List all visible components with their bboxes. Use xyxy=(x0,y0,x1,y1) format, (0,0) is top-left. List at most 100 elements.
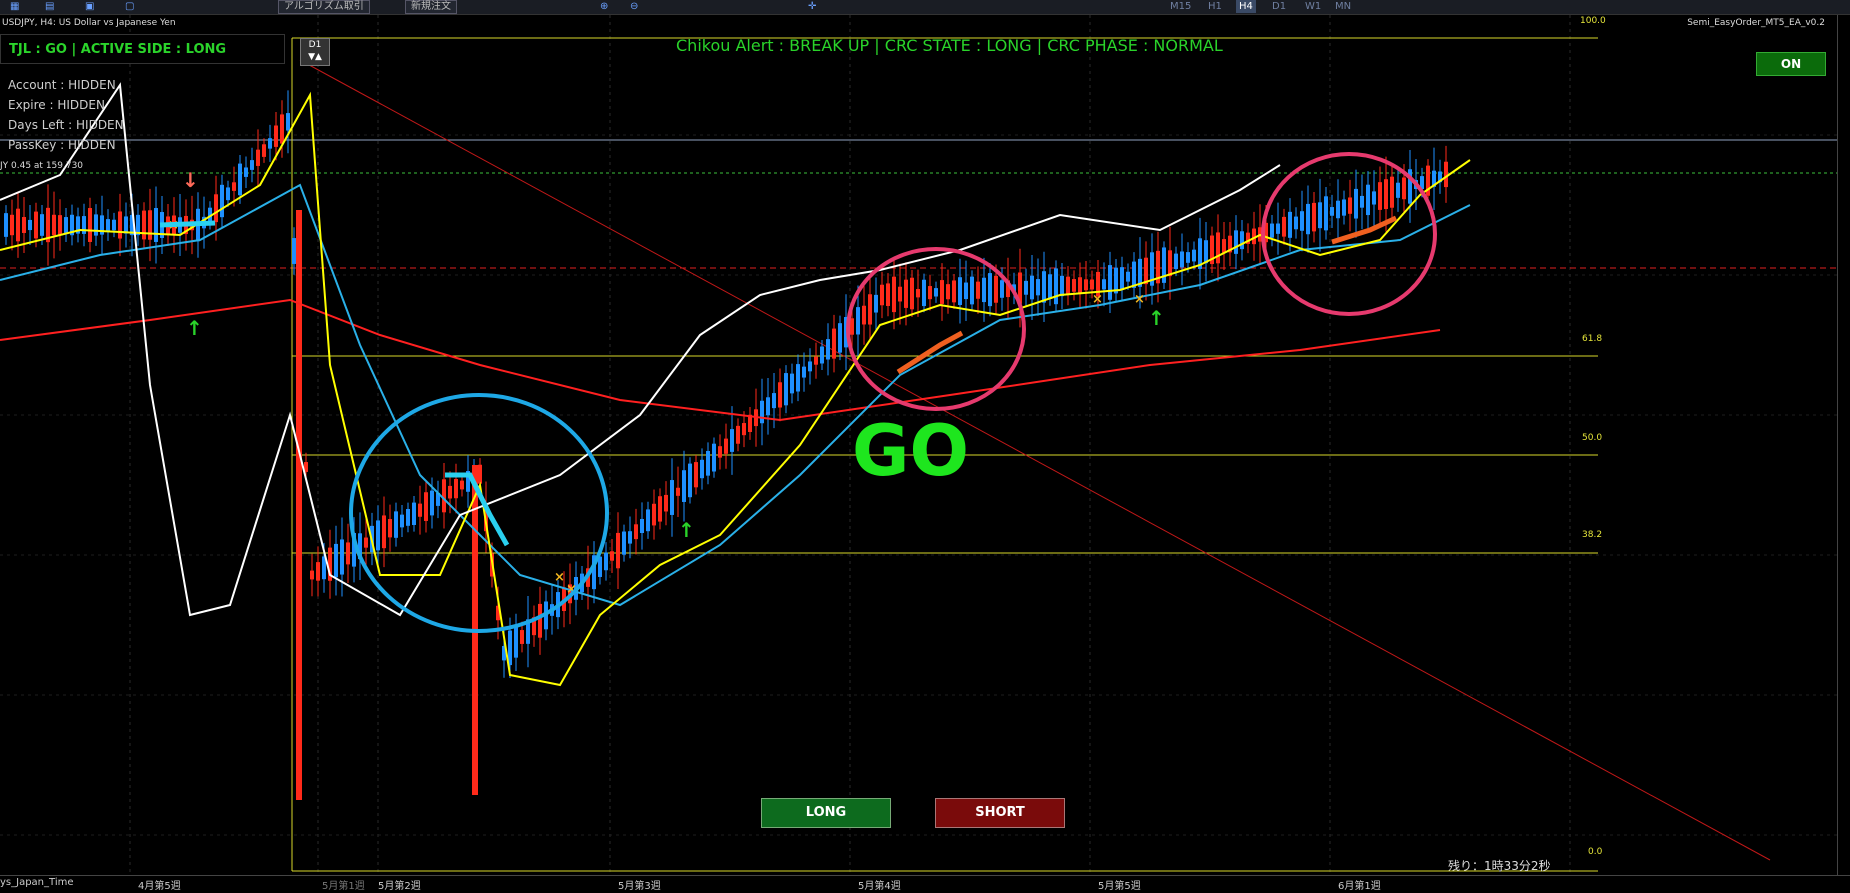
crosshair-icon[interactable]: ✛ xyxy=(808,0,816,13)
ema-long-line xyxy=(0,298,1441,422)
candle-body xyxy=(1042,271,1046,303)
candle-body xyxy=(442,479,446,513)
time-label: 5月第5週 xyxy=(1098,881,1141,892)
sell-arrow-icon: ↓ xyxy=(182,168,199,192)
candle-body xyxy=(1294,216,1298,230)
candle-body xyxy=(724,438,728,454)
candle-body xyxy=(1222,239,1226,253)
candle-body xyxy=(676,487,680,496)
time-axis-tz: ys_Japan_Time xyxy=(0,877,74,888)
candle-body xyxy=(988,273,992,307)
tf-d1[interactable]: D1 xyxy=(1272,0,1286,13)
buy-arrow-icon: ↑ xyxy=(678,518,695,542)
fib-label-50: 50.0 xyxy=(1582,433,1603,443)
candle-body xyxy=(1048,274,1052,299)
candle-body xyxy=(1276,223,1280,234)
candle-body xyxy=(1270,223,1274,238)
time-label: 5月第2週 xyxy=(378,881,421,892)
candle-body xyxy=(700,459,704,479)
candle-body xyxy=(334,543,338,578)
candle-body xyxy=(622,531,626,555)
passkey-info: PassKey : HIDDEN xyxy=(8,138,116,152)
orange-stroke xyxy=(896,330,964,375)
time-label: 5月第3週 xyxy=(618,881,661,892)
ide-icon[interactable]: ▢ xyxy=(125,0,134,13)
short-button[interactable]: SHORT xyxy=(935,798,1065,828)
candle-body xyxy=(634,524,638,540)
tf-h4[interactable]: H4 xyxy=(1236,0,1256,13)
candle-body xyxy=(1312,202,1316,232)
new-order-button[interactable]: 新規注文 xyxy=(405,0,457,14)
candle-body xyxy=(1090,279,1094,290)
candle-body xyxy=(892,276,896,313)
tf-mn[interactable]: MN xyxy=(1335,0,1351,13)
candle-body xyxy=(682,470,686,502)
candle-body xyxy=(1402,177,1406,200)
candle-body xyxy=(1174,253,1178,270)
candle-body xyxy=(604,552,608,571)
buy-arrow-icon: ↑ xyxy=(186,316,203,340)
candle-body xyxy=(1336,200,1340,219)
candle-body xyxy=(994,275,998,303)
grid-icon[interactable]: ▤ xyxy=(45,0,54,13)
candle-body xyxy=(64,217,68,233)
fib-label-382: 38.2 xyxy=(1582,530,1603,540)
zoom-out-icon[interactable]: ⊖ xyxy=(630,0,638,13)
candle-body xyxy=(1348,197,1352,214)
mini-panel[interactable]: D1 ▼▲ xyxy=(300,38,330,66)
candle-body xyxy=(1330,207,1334,216)
candle-body xyxy=(1390,176,1394,208)
candle-body xyxy=(904,279,908,308)
fib-label-0: 0.0 xyxy=(1588,847,1603,857)
on-button[interactable]: ON xyxy=(1756,52,1826,76)
mini-panel-arrows[interactable]: ▼▲ xyxy=(301,51,329,63)
candle-body xyxy=(916,289,920,298)
candle-body xyxy=(58,215,62,235)
candle-body xyxy=(712,443,716,472)
tf-m15[interactable]: M15 xyxy=(1170,0,1191,13)
candle-body xyxy=(1396,182,1400,198)
candle-body xyxy=(946,284,950,300)
zoom-in-icon[interactable]: ⊕ xyxy=(600,0,608,13)
trend-line xyxy=(299,59,1771,861)
candle-body xyxy=(1000,280,1004,298)
candle-body xyxy=(1108,265,1112,300)
chart-icon[interactable]: ▦ xyxy=(10,0,19,13)
candle-body xyxy=(310,570,314,580)
lock-icon[interactable]: ▣ xyxy=(85,0,94,13)
tf-w1[interactable]: W1 xyxy=(1305,0,1321,13)
candle-body xyxy=(238,163,242,196)
candle-body xyxy=(778,382,782,408)
candle-body xyxy=(790,373,794,394)
candle-body xyxy=(124,216,128,234)
candlesticks xyxy=(4,90,1448,800)
candle-body xyxy=(406,508,410,526)
candle-body xyxy=(454,478,458,499)
candle-body xyxy=(94,214,98,236)
candle-body xyxy=(1132,261,1136,288)
candle-body xyxy=(796,364,800,392)
candle-body xyxy=(364,537,368,548)
candle-body xyxy=(1054,268,1058,305)
candle-body xyxy=(922,279,926,307)
candle-body xyxy=(1282,216,1286,237)
candle-body xyxy=(1372,191,1376,205)
blue-circle xyxy=(349,393,609,633)
candle-body xyxy=(340,539,344,575)
candle-body xyxy=(862,305,866,325)
fib-label-618: 61.8 xyxy=(1582,334,1603,344)
long-button[interactable]: LONG xyxy=(761,798,891,828)
candle-body xyxy=(718,446,722,458)
ema-slow-line xyxy=(0,183,1471,607)
candle-body xyxy=(514,627,518,658)
candle-body xyxy=(898,286,902,302)
tf-h1[interactable]: H1 xyxy=(1208,0,1222,13)
days-left-info: Days Left : HIDDEN xyxy=(8,118,124,132)
candle-body xyxy=(856,307,860,335)
candle-body xyxy=(22,217,26,233)
candle-body xyxy=(154,208,158,242)
candle-body xyxy=(1240,231,1244,250)
candle-body xyxy=(4,213,8,237)
candle-body xyxy=(430,490,434,516)
algo-trading-button[interactable]: アルゴリズム取引 xyxy=(278,0,370,14)
